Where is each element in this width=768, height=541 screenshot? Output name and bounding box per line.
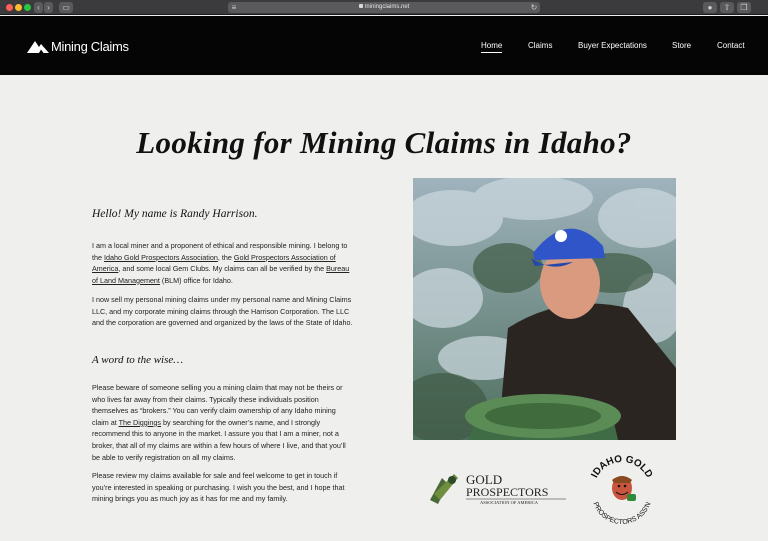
zoom-window-button[interactable] bbox=[24, 4, 31, 11]
url-text: miningclaims.net bbox=[364, 4, 410, 10]
extension-icon[interactable]: ● bbox=[703, 2, 717, 13]
link-idaho-gold-prospectors[interactable]: Idaho Gold Prospectors Association bbox=[104, 253, 218, 262]
sidebar-icon[interactable]: ▭ bbox=[59, 2, 73, 13]
link-the-diggings[interactable]: The Diggings bbox=[119, 418, 161, 427]
prospectors-assn-text: PROSPECTORS ASS'N bbox=[591, 501, 652, 526]
share-icon[interactable]: ⇧ bbox=[720, 2, 734, 13]
greeting-heading: Hello! My name is Randy Harrison. bbox=[92, 208, 258, 220]
logo-text: Mining Claims bbox=[51, 38, 129, 54]
site-logo[interactable]: Mining Claims bbox=[27, 38, 129, 54]
reload-icon[interactable]: ↻ bbox=[530, 2, 538, 13]
portrait-photo bbox=[413, 178, 676, 440]
nav-store[interactable]: Store bbox=[672, 40, 691, 52]
svg-text:PROSPECTORS ASS'N: PROSPECTORS ASS'N bbox=[591, 501, 652, 526]
svg-text:IDAHO GOLD: IDAHO GOLD bbox=[589, 454, 654, 480]
idaho-gold-prospectors-logo[interactable]: IDAHO GOLD PROSPECTORS ASS'N bbox=[586, 450, 658, 530]
gold-prospectors-logo[interactable]: GOLD PROSPECTORS ASSOCIATION OF AMERICA bbox=[428, 470, 570, 506]
lock-icon bbox=[358, 4, 363, 8]
mountain-logo-icon bbox=[27, 40, 49, 53]
closing-paragraph: Please review my claims available for sa… bbox=[92, 471, 345, 504]
back-icon[interactable]: ‹ bbox=[34, 2, 43, 13]
page-title: Looking for Mining Claims in Idaho? bbox=[136, 125, 632, 160]
intro-paragraph: I am a local miner and a proponent of et… bbox=[92, 241, 350, 285]
association-text: ASSOCIATION OF AMERICA bbox=[480, 500, 539, 505]
warning-heading: A word to the wise… bbox=[92, 354, 184, 366]
site-header: Mining Claims Home Claims Buyer Expectat… bbox=[0, 16, 768, 75]
browser-toolbar: ‹ › ▭ ≡ miningclaims.net ↻ ● ⇧ ❐ bbox=[0, 0, 768, 15]
nav-home[interactable]: Home bbox=[481, 40, 503, 53]
minimize-window-button[interactable] bbox=[15, 4, 22, 11]
warning-paragraph: Please beware of someone selling you a m… bbox=[92, 383, 346, 462]
tabs-icon[interactable]: ❐ bbox=[737, 2, 751, 13]
nav-buyer-expectations[interactable]: Buyer Expectations bbox=[578, 40, 647, 52]
forward-icon[interactable]: › bbox=[44, 2, 53, 13]
nav-claims[interactable]: Claims bbox=[528, 40, 552, 52]
idaho-gold-text: IDAHO GOLD bbox=[589, 454, 654, 480]
business-paragraph: I now sell my personal mining claims und… bbox=[92, 295, 353, 328]
nav-contact[interactable]: Contact bbox=[717, 40, 745, 52]
prospectors-text: PROSPECTORS bbox=[466, 485, 548, 499]
address-bar[interactable]: ≡ miningclaims.net ↻ bbox=[228, 2, 540, 13]
close-window-button[interactable] bbox=[6, 4, 13, 11]
